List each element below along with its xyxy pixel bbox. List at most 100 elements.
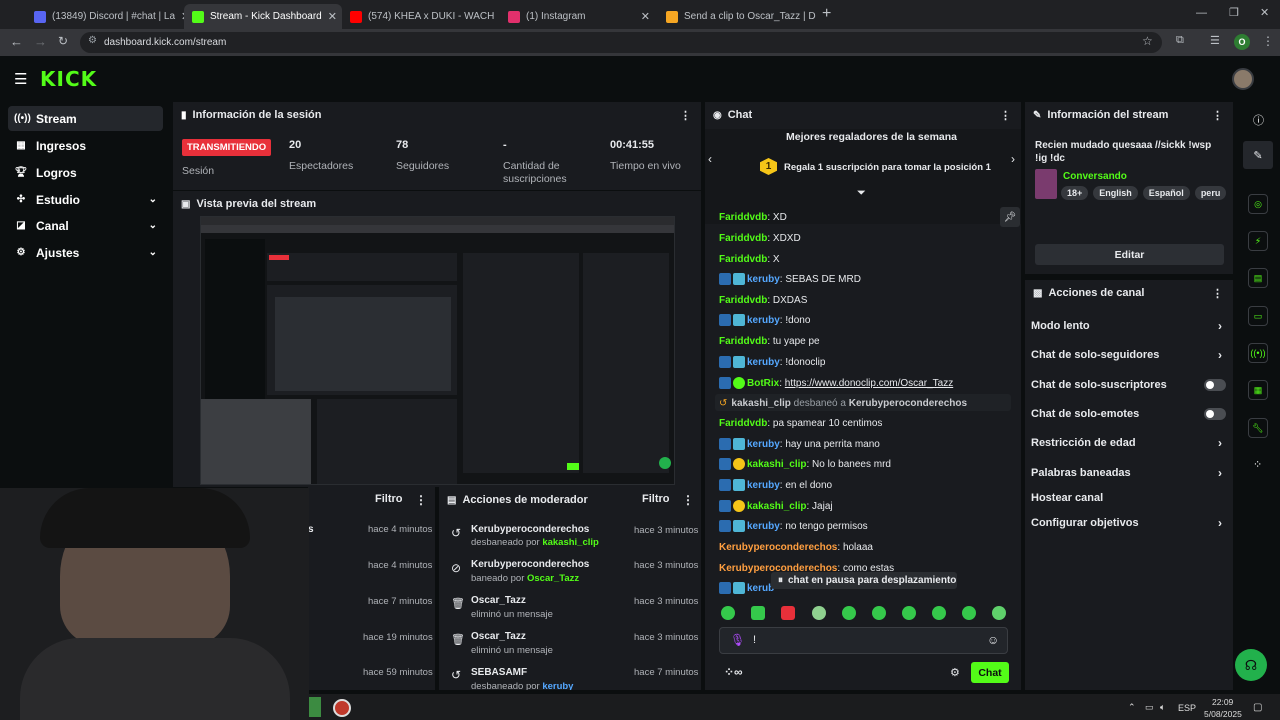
microphone-icon[interactable]: 🎙︎: [730, 633, 745, 647]
collapse-icon[interactable]: ⏷: [857, 187, 866, 200]
log-user[interactable]: Kerubyperoconderechos: [471, 559, 589, 570]
info-icon[interactable]: ⓘ: [1253, 112, 1264, 128]
chat-username[interactable]: Fariddvdb: [719, 254, 767, 265]
hamburger-menu-icon[interactable]: ☰: [14, 70, 27, 88]
action-followers-only[interactable]: Chat de solo-seguidores ›: [1031, 346, 1226, 364]
emotes-only-toggle[interactable]: [1204, 408, 1226, 420]
layout-icon[interactable]: ▦: [1248, 380, 1268, 400]
apps-icon[interactable]: ⁘: [1253, 458, 1262, 471]
emote-icon[interactable]: [902, 606, 916, 620]
close-icon[interactable]: ✕: [175, 10, 184, 23]
bookmark-star-icon[interactable]: ☆: [1142, 34, 1153, 48]
edit-stream-icon[interactable]: ✎: [1243, 141, 1273, 169]
system-user[interactable]: kakashi_clip: [731, 398, 790, 409]
chat-icon[interactable]: ▭: [1248, 306, 1268, 326]
tab-instagram[interactable]: (1) Instagram ✕: [500, 4, 658, 29]
back-icon[interactable]: ←: [10, 34, 23, 49]
minimize-button[interactable]: —: [1196, 7, 1207, 19]
maximize-button[interactable]: ❐: [1229, 6, 1239, 19]
panel-menu-icon[interactable]: ⋮: [415, 493, 427, 507]
taskbar-app-icon[interactable]: [309, 697, 321, 717]
chat-username[interactable]: keruby: [747, 315, 780, 326]
volume-icon[interactable]: 🔈︎: [1160, 702, 1165, 713]
clock-date[interactable]: 5/08/2025: [1204, 709, 1242, 719]
log-user[interactable]: SEBASAMF: [471, 667, 527, 678]
emote-icon[interactable]: [932, 606, 946, 620]
close-window-button[interactable]: ✕: [1260, 6, 1269, 19]
document-icon[interactable]: ▤: [1248, 268, 1268, 288]
sidebar-item-stream[interactable]: ((•)) Stream: [8, 106, 163, 131]
chat-username[interactable]: Fariddvdb: [719, 212, 767, 223]
user-avatar[interactable]: [1232, 68, 1254, 90]
panel-menu-icon[interactable]: ⋮: [1000, 109, 1011, 122]
tab-discord[interactable]: (13849) Discord | #⁠chat | La✕: [26, 4, 184, 29]
site-info-icon[interactable]: ⚙: [88, 35, 97, 46]
tab-youtube[interactable]: (574) KHEA x DUKI - WACH✕: [342, 4, 500, 29]
kick-logo[interactable]: KICK: [40, 67, 97, 91]
support-headset-icon[interactable]: ☊: [1235, 649, 1267, 681]
emote-icon[interactable]: [751, 606, 765, 620]
clock-time[interactable]: 22:09: [1212, 697, 1233, 707]
action-slow-mode[interactable]: Modo lento ›: [1031, 317, 1226, 335]
language-indicator[interactable]: ESP: [1178, 703, 1196, 713]
extensions-icon[interactable]: ⧉: [1176, 34, 1184, 47]
system-target[interactable]: Kerubyperoconderechos: [849, 398, 967, 409]
filter-button[interactable]: Filtro: [375, 493, 403, 505]
category-name[interactable]: Conversando: [1063, 171, 1127, 182]
edit-button[interactable]: Editar: [1035, 244, 1224, 265]
emote-icon[interactable]: [872, 606, 886, 620]
reload-icon[interactable]: ↻: [58, 34, 68, 48]
close-icon[interactable]: ✕: [635, 10, 650, 23]
address-input[interactable]: ⚙ dashboard.kick.com/stream: [80, 32, 1162, 53]
close-icon[interactable]: ✕: [322, 10, 337, 23]
new-tab-button[interactable]: +: [822, 5, 831, 23]
sidebar-item-canal[interactable]: ◪ Canal ⌄: [8, 213, 163, 238]
action-banned-words[interactable]: Palabras baneadas ›: [1031, 464, 1226, 482]
chat-username[interactable]: kakashi_clip: [747, 459, 806, 470]
sidebar-item-ajustes[interactable]: ⚙ Ajustes ⌄: [8, 240, 163, 265]
emote-icon[interactable]: [781, 606, 795, 620]
chat-link[interactable]: https://www.donoclip.com/Oscar_Tazz: [785, 378, 953, 389]
chat-input[interactable]: 🎙︎ ! ☺: [719, 627, 1008, 654]
chat-username[interactable]: BotRix: [747, 378, 779, 389]
pin-icon[interactable]: 📌︎: [1000, 207, 1020, 227]
emote-icon[interactable]: [721, 606, 735, 620]
tab-donoclip[interactable]: Send a clip to Oscar_Tazz | Don✕: [658, 4, 816, 29]
forward-icon[interactable]: →: [34, 34, 47, 49]
chat-username[interactable]: kakashi_clip: [747, 501, 806, 512]
chevron-right-icon[interactable]: ›: [1011, 152, 1015, 166]
tag[interactable]: 18+: [1061, 186, 1089, 200]
subscribers-only-toggle[interactable]: [1204, 379, 1226, 391]
log-moderator[interactable]: kakashi_clip: [542, 537, 599, 548]
sidebar-item-estudio[interactable]: ✣ Estudio ⌄: [8, 187, 163, 212]
emote-icon[interactable]: [842, 606, 856, 620]
chat-username[interactable]: Fariddvdb: [719, 336, 767, 347]
emote-icon[interactable]: [812, 606, 826, 620]
log-user[interactable]: Oscar_Tazz: [471, 595, 526, 606]
action-goals[interactable]: Configurar objetivos ›: [1031, 514, 1226, 532]
notifications-icon[interactable]: ▢: [1253, 702, 1262, 713]
panel-menu-icon[interactable]: ⋮: [1212, 109, 1223, 122]
sidebar-item-logros[interactable]: 🏆︎ Logros: [8, 160, 163, 185]
emote-icon[interactable]: [992, 606, 1006, 620]
wrench-icon[interactable]: 🔧︎: [1248, 418, 1268, 438]
log-moderator[interactable]: keruby: [542, 681, 573, 690]
chat-username[interactable]: keruby: [747, 357, 780, 368]
menu-kebab-icon[interactable]: ⋮: [1262, 34, 1274, 48]
chat-username[interactable]: Kerubyperoconderechos: [719, 542, 837, 553]
send-chat-button[interactable]: Chat: [971, 662, 1009, 683]
filter-button[interactable]: Filtro: [642, 493, 670, 505]
log-user[interactable]: Oscar_Tazz: [471, 631, 526, 642]
chat-paused-banner[interactable]: ⏸ chat en pausa para desplazamiento: [771, 572, 957, 589]
chat-settings-icon[interactable]: ⚙: [950, 666, 960, 679]
target-icon[interactable]: ◎: [1248, 194, 1268, 214]
chat-username[interactable]: Fariddvdb: [719, 233, 767, 244]
tag[interactable]: English: [1093, 186, 1138, 200]
chrome-taskbar-icon[interactable]: [333, 699, 351, 717]
panel-menu-icon[interactable]: ⋮: [1212, 287, 1223, 300]
profile-avatar[interactable]: O: [1234, 34, 1250, 50]
category-thumbnail[interactable]: [1035, 169, 1057, 199]
emote-icon[interactable]: [962, 606, 976, 620]
action-age-restriction[interactable]: Restricción de edad ›: [1031, 434, 1226, 452]
kick-points-icon[interactable]: ⁘∞: [724, 665, 743, 679]
